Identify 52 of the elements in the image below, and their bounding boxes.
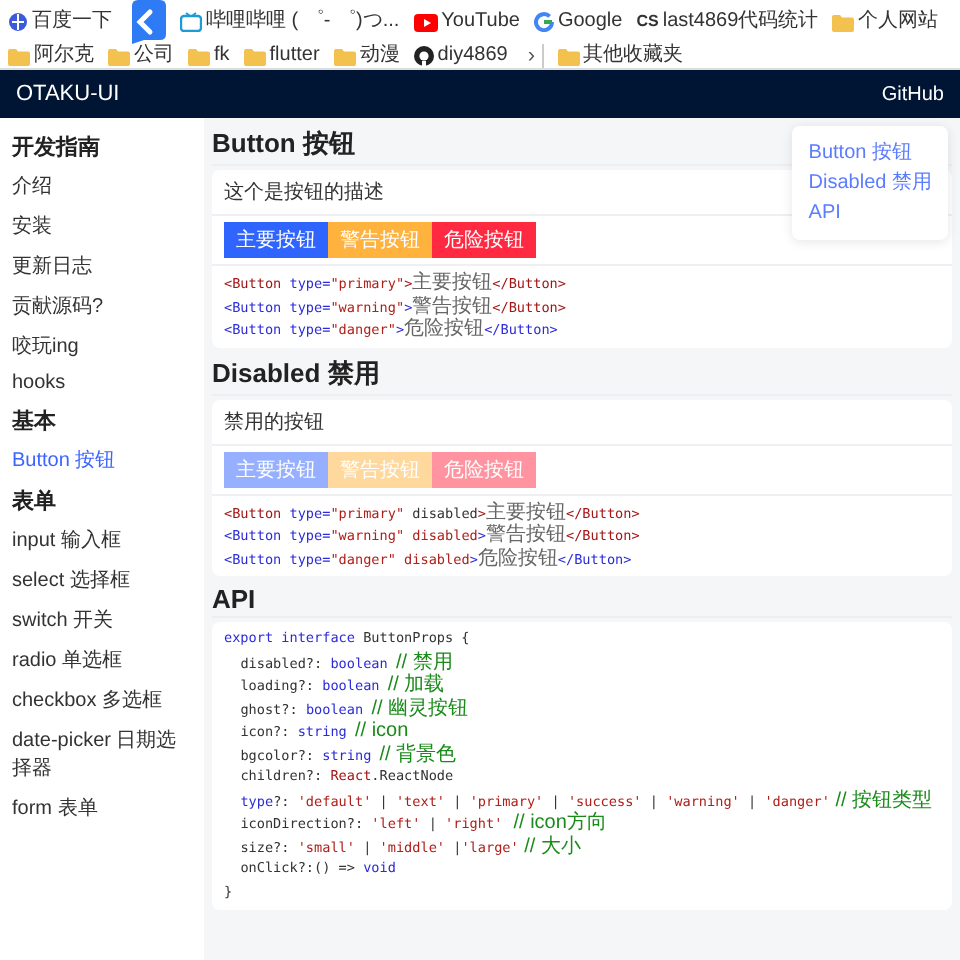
bookmark-link[interactable]: flutter [269,44,320,68]
bookmark-link[interactable]: Google [557,10,623,34]
bookmark-link[interactable]: 动漫 [359,44,400,68]
bookmark-link[interactable]: last4869代码统计 [662,10,819,34]
cs-label: CS [636,10,659,34]
bookmark-link[interactable]: 其他收藏夹 [583,44,683,68]
tv-icon [180,12,202,32]
sidebar-heading: 基本 [12,407,58,438]
sidebar-heading: 表单 [12,487,58,518]
sidebar-item[interactable]: 介绍 [12,166,196,206]
toc-link[interactable]: Button 按钮 [808,138,932,168]
bookmark-link[interactable]: 阿尔克 [34,44,94,68]
sidebar-item[interactable]: select 选择框 [12,560,196,600]
play-icon [413,13,438,31]
folder-icon [333,47,356,65]
sidebar-item[interactable]: checkbox 多选框 [12,680,196,720]
bookmark-link[interactable]: diy4869 [437,44,508,68]
bookmark-link[interactable]: fk [214,44,230,68]
sidebar-item[interactable]: 安装 [12,206,196,246]
sidebar-item[interactable]: radio 单选框 [12,640,196,680]
section-heading: API [212,584,952,618]
sidebar-item[interactable]: 咬玩ing [12,326,196,366]
folder-icon [188,47,210,65]
folder-icon [108,47,130,65]
sidebar-item[interactable]: 贡献源码? [12,286,196,326]
sidebar-item[interactable]: Button 按钮 [12,440,196,480]
bookmark-link[interactable]: 个人网站 [858,10,939,34]
bookmark-link[interactable]: YouTube [441,10,520,34]
sidebar-item[interactable]: 更新日志 [12,246,196,286]
site-logo[interactable]: OTAKU-UI [16,82,120,106]
g-icon [533,12,554,32]
sidebar-item[interactable]: form 表单 [12,788,196,828]
sidebar-heading: 开发指南 [12,133,102,164]
section-heading: Disabled 禁用 [212,355,952,395]
sidebar-item[interactable]: hooks [12,366,196,400]
more-bookmarks-button[interactable]: › [521,44,543,68]
sidebar-item[interactable]: input 输入框 [12,520,196,560]
globe-icon [8,12,28,32]
demo-button[interactable]: 主要按钮 [224,222,328,258]
toc-link[interactable]: Disabled 禁用 [808,168,932,198]
section-description: 禁用的按钮 [212,399,952,445]
github-link[interactable]: GitHub [881,83,944,105]
bookmark-link[interactable]: 公司 [134,44,174,68]
sidebar-item[interactable]: switch 开关 [12,600,196,640]
demo-button[interactable]: 危险按钮 [432,222,536,258]
bookmark-link[interactable]: 百度一下 [32,10,112,34]
folder-icon [8,47,30,65]
folder-icon [243,47,266,65]
folder-icon [832,13,855,31]
bookmark-link[interactable]: 哔哩哔哩 ( ゜- ゜)つ... [206,10,400,34]
folder-icon [557,47,579,65]
sidebar-item[interactable]: date-picker 日期选择器 [12,720,196,788]
